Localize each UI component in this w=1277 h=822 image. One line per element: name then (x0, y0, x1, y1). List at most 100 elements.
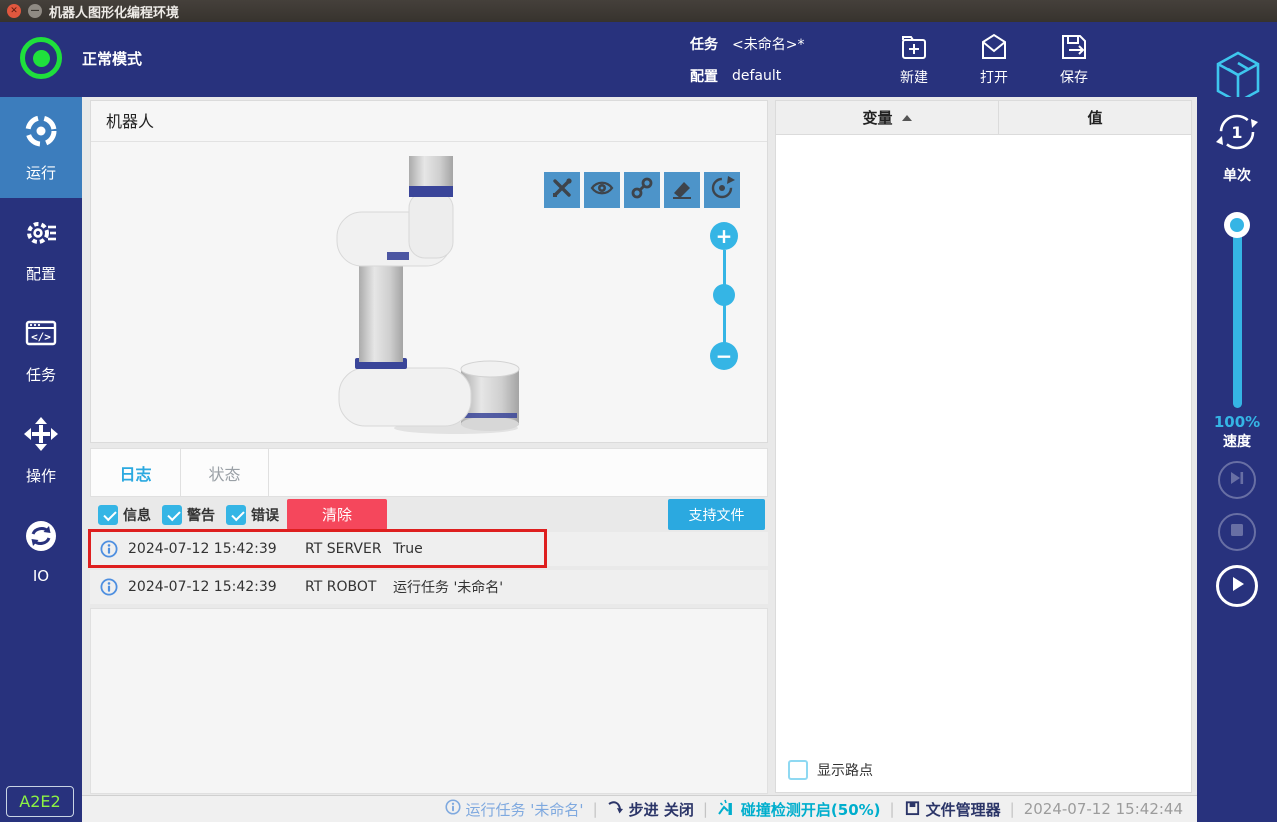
config-value: default (732, 67, 782, 84)
speed-slider-track[interactable] (1232, 224, 1242, 408)
zoom-slider-thumb[interactable] (713, 284, 735, 306)
status-running-task: 运行任务 '未命名' (444, 799, 584, 820)
filter-info-label: 信息 (123, 507, 151, 524)
support-files-button[interactable]: 支持文件 (668, 499, 765, 530)
sidebar-item-io[interactable]: IO (0, 501, 82, 602)
filter-warning: 警告 (162, 504, 215, 525)
log-tab-bar: 日志 状态 (90, 448, 768, 497)
robot-3d-view[interactable]: + − (91, 142, 767, 441)
file-manager-icon (904, 799, 921, 820)
variable-table-header: 变量 值 (776, 101, 1191, 135)
status-collision-detection[interactable]: 碰撞检测开启(50%) (717, 798, 881, 821)
sidebar-item-label: IO (32, 567, 50, 585)
status-file-manager[interactable]: 文件管理器 (904, 799, 1001, 820)
play-button[interactable] (1216, 565, 1258, 607)
log-entry-row[interactable]: 2024-07-12 15:42:39 RT SERVER True (88, 529, 768, 568)
app-window: ✕ — 机器人图形化编程环境 正常模式 任务 <未命名>* 配置 default (0, 0, 1277, 822)
log-time: 2024-07-12 15:42:39 (128, 541, 277, 557)
robot-arm-image (336, 156, 520, 434)
tools-button[interactable] (544, 172, 580, 208)
minimize-icon[interactable]: — (28, 4, 42, 18)
speed-slider-thumb[interactable] (1224, 212, 1250, 238)
task-label: 任务 (690, 36, 718, 53)
status-divider: | (889, 800, 895, 818)
single-run-icon: 1 (1214, 109, 1260, 159)
eye-icon (589, 175, 615, 205)
clear-log-button[interactable]: 清除 (287, 499, 387, 530)
run-control-sidebar: 1 单次 100% 速度 (1197, 97, 1277, 822)
log-source: RT SERVER (305, 541, 382, 557)
path-button[interactable] (624, 172, 660, 208)
header: 正常模式 任务 <未命名>* 配置 default 新建 打开 保存 (0, 22, 1277, 104)
status-divider: | (592, 800, 598, 818)
sidebar-item-config[interactable]: 配置 (0, 198, 82, 299)
mode-label: 正常模式 (82, 49, 143, 68)
io-swap-icon (23, 518, 59, 558)
new-task-label: 新建 (900, 70, 928, 86)
open-file-icon (978, 31, 1010, 63)
info-checkbox[interactable] (98, 504, 118, 525)
eraser-icon (669, 175, 695, 205)
reset-view-button[interactable] (704, 172, 740, 208)
open-task-label: 打开 (980, 70, 1008, 86)
left-sidebar: 运行 配置 </> 任务 操作 IO A2E2 (0, 97, 82, 822)
single-run-label: 单次 (1223, 168, 1251, 184)
step-arrow-icon (607, 799, 624, 820)
sidebar-item-task[interactable]: </> 任务 (0, 299, 82, 400)
show-waypoints-checkbox[interactable] (788, 760, 808, 780)
view-toolbar (544, 172, 740, 208)
status-divider: | (702, 800, 708, 818)
column-header-variable[interactable]: 变量 (776, 101, 999, 134)
sort-asc-icon (901, 114, 912, 121)
new-task-button[interactable]: 新建 (882, 31, 946, 87)
sidebar-item-operate[interactable]: 操作 (0, 400, 82, 501)
speed-readout: 100% 速度 (1197, 413, 1277, 451)
code-window-icon: </> (23, 315, 59, 355)
mode-indicator: 正常模式 (20, 37, 142, 79)
speed-label: 速度 (1223, 433, 1251, 450)
step-button[interactable] (1218, 461, 1256, 499)
header-actions: 新建 打开 保存 (882, 31, 1106, 87)
zoom-in-button[interactable]: + (710, 222, 738, 250)
status-divider: | (1009, 800, 1015, 818)
single-run-toggle[interactable]: 1 单次 (1197, 109, 1277, 185)
robot-panel-title: 机器人 (91, 101, 767, 142)
visibility-button[interactable] (584, 172, 620, 208)
task-value: <未命名>* (732, 36, 805, 53)
move-arrows-icon (23, 416, 59, 456)
warning-checkbox[interactable] (162, 504, 182, 525)
column-header-value: 值 (1087, 109, 1103, 127)
log-filter-row: 信息 警告 错误 清除 支持文件 (90, 497, 768, 532)
mode-status-icon (20, 37, 62, 79)
save-task-label: 保存 (1060, 70, 1088, 86)
error-checkbox[interactable] (226, 504, 246, 525)
status-bar: 运行任务 '未命名' | 步进 关闭 | 碰撞检测开启(50%) | 文件管理器… (82, 795, 1197, 822)
task-info: 任务 <未命名>* 配置 default (690, 31, 804, 95)
waypoint-path-icon (629, 175, 655, 205)
variable-panel: 变量 值 显示路点 (775, 100, 1192, 793)
zoom-out-button[interactable]: − (710, 342, 738, 370)
tab-status[interactable]: 状态 (181, 449, 269, 496)
sidebar-item-label: 配置 (25, 264, 56, 283)
step-forward-icon (1227, 468, 1247, 492)
filter-warning-label: 警告 (187, 507, 215, 524)
status-timestamp: 2024-07-12 15:42:44 (1023, 800, 1183, 818)
play-icon (1227, 574, 1247, 598)
tab-log[interactable]: 日志 (91, 449, 181, 496)
log-message: 运行任务 '未命名' (393, 580, 504, 596)
open-task-button[interactable]: 打开 (962, 31, 1026, 87)
sidebar-item-label: 任务 (25, 365, 56, 384)
status-step-mode[interactable]: 步进 关闭 (607, 799, 694, 820)
stop-button[interactable] (1218, 513, 1256, 551)
close-icon[interactable]: ✕ (7, 4, 21, 18)
stop-icon (1229, 522, 1245, 542)
log-panel: 日志 状态 信息 警告 错误 清除 支持文件 2024-07-12 15:42:… (88, 448, 768, 794)
sidebar-item-label: 运行 (25, 163, 56, 182)
svg-text:</>: </> (31, 330, 51, 343)
sidebar-item-run[interactable]: 运行 (0, 97, 82, 198)
save-task-button[interactable]: 保存 (1042, 31, 1106, 87)
erase-button[interactable] (664, 172, 700, 208)
log-empty-area (90, 608, 768, 794)
gear-icon (23, 214, 59, 254)
log-entry-row[interactable]: 2024-07-12 15:42:39 RT ROBOT 运行任务 '未命名' (90, 570, 768, 604)
